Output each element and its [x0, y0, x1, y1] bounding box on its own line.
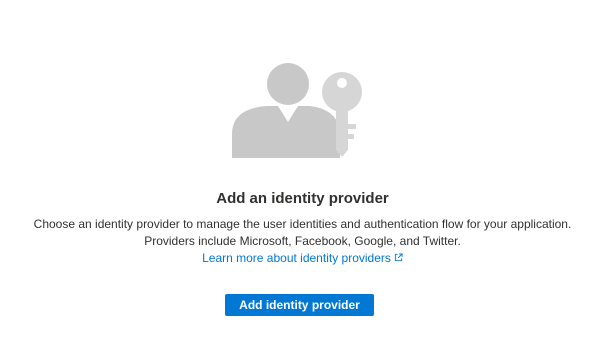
- learn-more-row: Learn more about identity providers: [0, 251, 605, 265]
- description-line-1: Choose an identity provider to manage th…: [33, 217, 572, 231]
- identity-provider-empty-state: Add an identity provider Choose an ident…: [0, 0, 605, 347]
- learn-more-link[interactable]: Learn more about identity providers: [202, 251, 403, 265]
- description-line-2: Providers include Microsoft, Facebook, G…: [144, 234, 461, 248]
- add-identity-provider-button[interactable]: Add identity provider: [225, 294, 374, 316]
- user-with-key-icon: [232, 63, 362, 158]
- empty-state-description: Choose an identity provider to manage th…: [0, 216, 605, 250]
- learn-more-label: Learn more about identity providers: [202, 251, 391, 265]
- empty-state-title: Add an identity provider: [216, 190, 389, 207]
- external-link-icon: [394, 253, 403, 262]
